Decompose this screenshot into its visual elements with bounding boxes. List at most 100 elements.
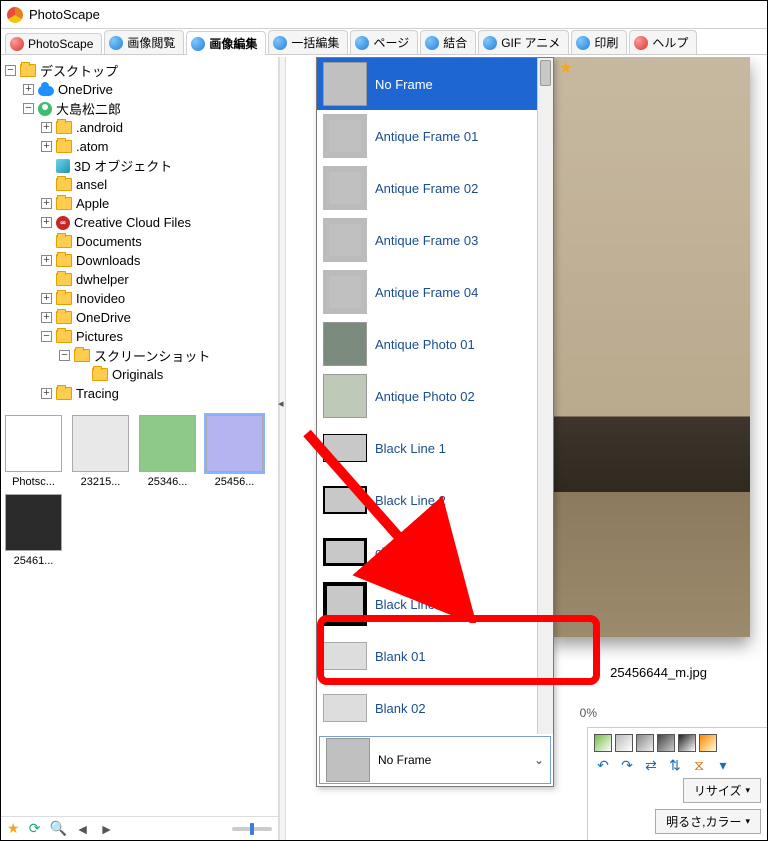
preset-swatches[interactable] (594, 734, 761, 752)
frame-option[interactable]: Antique Photo 02 (317, 370, 537, 422)
tree-item[interactable]: +Inovideo (1, 289, 278, 308)
tree-item[interactable]: −スクリーンショット (1, 346, 278, 365)
tab-icon (191, 37, 205, 51)
tree-item[interactable]: dwhelper (1, 270, 278, 289)
tree-item[interactable]: +Tracing (1, 384, 278, 403)
favorite-icon[interactable]: ★ (559, 58, 573, 78)
thumbnail[interactable]: 23215... (72, 415, 129, 488)
frame-option[interactable]: Antique Frame 04 (317, 266, 537, 318)
flip-v-icon[interactable]: ⇅ (666, 756, 684, 774)
more-icon[interactable]: ▾ (714, 756, 732, 774)
frame-dropdown[interactable]: No FrameAntique Frame 01Antique Frame 02… (316, 57, 554, 787)
frame-option[interactable]: Blank 02 (317, 682, 537, 734)
frame-option[interactable]: Black Line 1 (317, 422, 537, 474)
tree-item[interactable]: + OneDrive (1, 308, 278, 327)
refresh-icon[interactable]: ⟳ (26, 820, 44, 838)
tree-item[interactable]: +∞Creative Cloud Files (1, 213, 278, 232)
tab-label: 画像編集 (209, 35, 257, 52)
expand-icon[interactable]: + (41, 312, 52, 323)
swatch-icon[interactable] (615, 734, 633, 752)
tree-item[interactable]: 3D オブジェクト (1, 156, 278, 175)
flip-h-icon[interactable]: ⇄ (642, 756, 660, 774)
expand-icon[interactable]: + (41, 217, 52, 228)
thumbnail[interactable]: 25346... (139, 415, 196, 488)
folder-icon (56, 178, 72, 191)
tab-icon (273, 36, 287, 50)
tree-item[interactable]: Documents (1, 232, 278, 251)
frame-swatch-icon (323, 62, 367, 106)
expand-icon[interactable]: + (41, 293, 52, 304)
tree-item[interactable]: +Apple (1, 194, 278, 213)
swatch-icon[interactable] (699, 734, 717, 752)
frame-option[interactable]: Black Line 2 (317, 474, 537, 526)
frame-select[interactable]: No Frame ⌄ (319, 736, 551, 784)
favorite-icon[interactable]: ★ (7, 820, 20, 837)
frame-option[interactable]: Antique Photo 01 (317, 318, 537, 370)
expand-icon[interactable]: + (41, 122, 52, 133)
frame-option[interactable]: No Frame (317, 58, 537, 110)
folder-tree[interactable]: −デスクトップ+OneDrive−大島松二郎+.android+.atom3D … (1, 57, 278, 407)
thumb-size-slider[interactable] (232, 827, 272, 831)
rotate-cw-icon[interactable]: ↷ (618, 756, 636, 774)
tree-item[interactable]: + .android (1, 118, 278, 137)
tree-item[interactable]: +.atom (1, 137, 278, 156)
tree-item[interactable]: +OneDrive (1, 80, 278, 99)
user-icon (38, 102, 52, 116)
splitter[interactable] (279, 57, 286, 840)
tab-2[interactable]: 画像編集 (186, 31, 266, 55)
thumbnail[interactable]: 25456... (206, 415, 263, 488)
frame-option-label: Antique Photo 01 (375, 337, 475, 352)
expand-icon[interactable]: + (41, 255, 52, 266)
tree-item[interactable]: −大島松二郎 (1, 99, 278, 118)
reset-icon[interactable]: ⧖ (690, 756, 708, 774)
tab-7[interactable]: 印刷 (571, 30, 627, 54)
tab-5[interactable]: 結合 (420, 30, 476, 54)
prev-icon[interactable]: ◄ (74, 820, 92, 838)
tab-6[interactable]: GIF アニメ (478, 30, 569, 54)
expand-icon[interactable]: + (41, 388, 52, 399)
tree-item[interactable]: ansel (1, 175, 278, 194)
brightness-button[interactable]: 明るさ,カラー▾ (655, 809, 761, 834)
swatch-icon[interactable] (657, 734, 675, 752)
expand-icon[interactable]: + (23, 84, 34, 95)
tab-0[interactable]: PhotoScape (5, 33, 102, 54)
tab-1[interactable]: 画像閲覧 (104, 30, 184, 54)
thumbnail[interactable]: 25461... (5, 494, 62, 567)
tab-4[interactable]: ページ (350, 30, 418, 54)
expand-icon[interactable]: − (5, 65, 16, 76)
swatch-icon[interactable] (594, 734, 612, 752)
expand-icon[interactable]: + (41, 198, 52, 209)
swatch-icon[interactable] (678, 734, 696, 752)
rotate-ccw-icon[interactable]: ↶ (594, 756, 612, 774)
thumbnail-grid[interactable]: Photsc...23215...25346...25456... 25461..… (1, 407, 278, 816)
tab-8[interactable]: ヘルプ (629, 30, 697, 54)
frame-option[interactable]: Antique Frame 02 (317, 162, 537, 214)
tree-item[interactable]: Originals (1, 365, 278, 384)
expand-icon[interactable]: − (59, 350, 70, 361)
tree-label: OneDrive (76, 310, 131, 325)
frame-option[interactable]: Antique Frame 01 (317, 110, 537, 162)
expand-icon[interactable]: + (41, 141, 52, 152)
tree-item[interactable]: +Downloads (1, 251, 278, 270)
folder-icon (56, 387, 72, 400)
folder-icon (56, 140, 72, 153)
frame-option-label: Antique Frame 04 (375, 285, 478, 300)
tree-label: Creative Cloud Files (74, 215, 191, 230)
frame-option[interactable]: Antique Frame 03 (317, 214, 537, 266)
tree-item[interactable]: − Pictures (1, 327, 278, 346)
next-icon[interactable]: ► (98, 820, 116, 838)
tree-item[interactable]: −デスクトップ (1, 61, 278, 80)
thumbnail[interactable]: Photsc... (5, 415, 62, 488)
swatch-icon[interactable] (636, 734, 654, 752)
zoom-icon[interactable]: 🔍 (50, 820, 68, 838)
tab-icon (483, 36, 497, 50)
frame-swatch-icon (323, 218, 367, 262)
tree-label: .android (76, 120, 123, 135)
tab-3[interactable]: 一括編集 (268, 30, 348, 54)
tab-icon (355, 36, 369, 50)
frame-option[interactable]: ck Line 4 (317, 526, 537, 578)
tree-label: Pictures (76, 329, 123, 344)
expand-icon[interactable]: − (23, 103, 34, 114)
resize-button[interactable]: リサイズ▾ (683, 778, 761, 803)
expand-icon[interactable]: − (41, 331, 52, 342)
